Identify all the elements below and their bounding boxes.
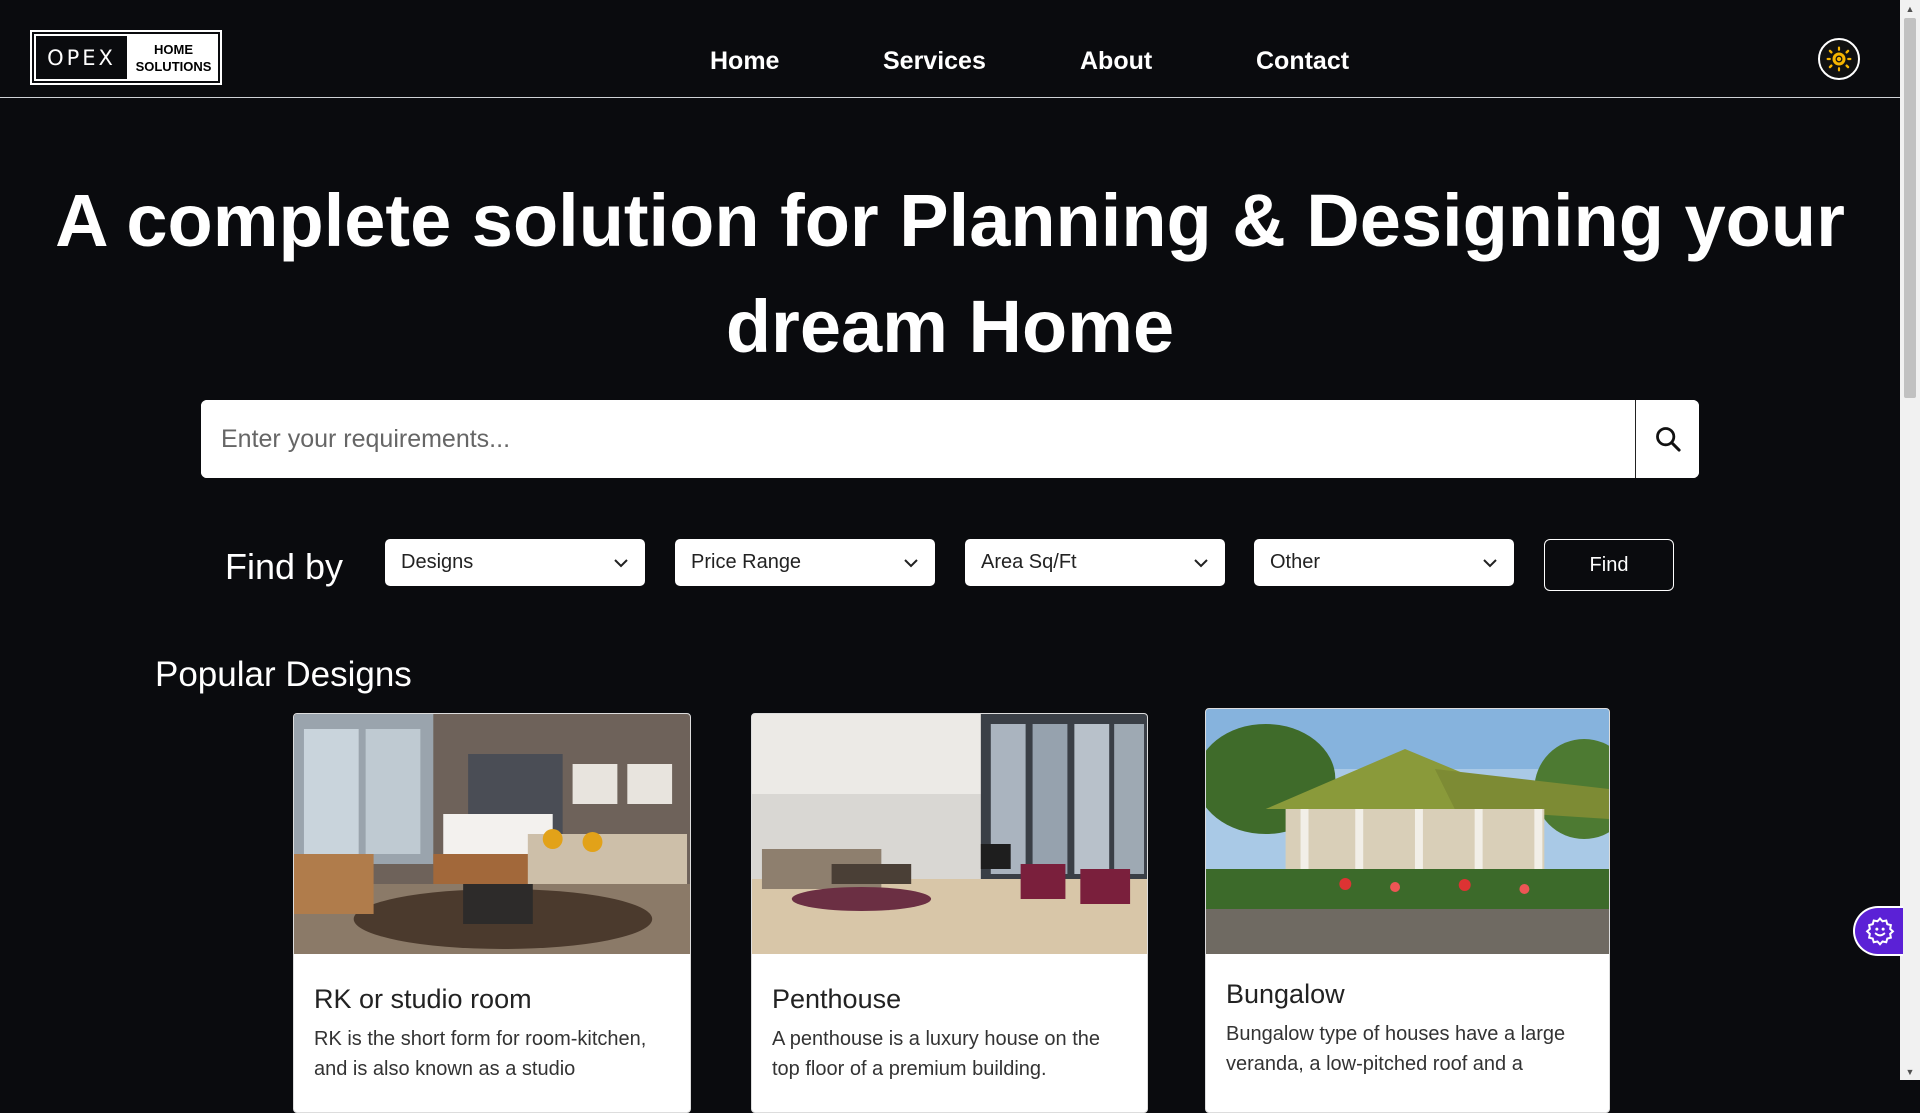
nav-contact[interactable]: Contact (1256, 44, 1349, 78)
scroll-down-icon[interactable]: ▼ (1900, 1063, 1920, 1080)
chevron-down-icon (904, 558, 918, 567)
area-select-value: Area Sq/Ft (981, 551, 1077, 573)
other-select-value: Other (1270, 551, 1321, 573)
card-title[interactable]: Penthouse (772, 982, 901, 1016)
price-range-select-value: Price Range (691, 551, 802, 573)
card-title[interactable]: RK or studio room (314, 982, 532, 1016)
popular-designs-title: Popular Designs (155, 655, 412, 694)
penthouse-image (752, 714, 1147, 954)
find-button[interactable]: Find (1544, 539, 1674, 591)
accessibility-gear-icon (1865, 917, 1895, 946)
nav-about[interactable]: About (1080, 44, 1152, 78)
chevron-down-icon (1483, 558, 1497, 567)
scroll-up-icon[interactable]: ▲ (1900, 0, 1920, 17)
card-text: RK is the short form for room-kitchen, a… (314, 1028, 647, 1080)
price-range-select[interactable]: Price Range (675, 539, 935, 586)
area-select[interactable]: Area Sq/Ft (965, 539, 1225, 586)
studio-room-image (294, 714, 690, 954)
nav-services[interactable]: Services (883, 44, 986, 78)
other-select[interactable]: Other (1254, 539, 1514, 586)
chevron-down-icon (614, 558, 628, 567)
nav-home[interactable]: Home (710, 44, 779, 78)
search-input[interactable] (201, 400, 1635, 478)
find-by-label: Find by (225, 546, 344, 587)
scroll-thumb[interactable] (1904, 18, 1916, 398)
chevron-down-icon (1194, 558, 1208, 567)
nav-links: Home Services About Contact (0, 44, 1900, 78)
page-scrollbar[interactable]: ▲ ▼ (1900, 0, 1920, 1080)
accessibility-widget-button[interactable] (1853, 906, 1903, 956)
design-card-penthouse[interactable]: Penthouse A penthouse is a luxury house … (751, 713, 1148, 1113)
search-icon (1655, 427, 1681, 452)
designs-select-value: Designs (401, 551, 474, 573)
theme-toggle-button[interactable] (1818, 38, 1860, 80)
sun-icon (1826, 46, 1852, 72)
card-title[interactable]: Bungalow (1226, 977, 1345, 1011)
search-bar (201, 400, 1699, 478)
card-text: Bungalow type of houses have a large ver… (1226, 1023, 1566, 1075)
hero-title: A complete solution for Planning & Desig… (55, 179, 1845, 368)
design-card-studio[interactable]: RK or studio room RK is the short form f… (293, 713, 691, 1113)
design-card-bungalow[interactable]: Bungalow Bungalow type of houses have a … (1205, 708, 1610, 1113)
search-button[interactable] (1635, 400, 1699, 478)
designs-select[interactable]: Designs (385, 539, 645, 586)
card-text: A penthouse is a luxury house on the top… (772, 1028, 1101, 1080)
navbar: OPEX HOME SOLUTIONS Home Services About … (0, 0, 1900, 98)
bungalow-image (1206, 709, 1609, 954)
